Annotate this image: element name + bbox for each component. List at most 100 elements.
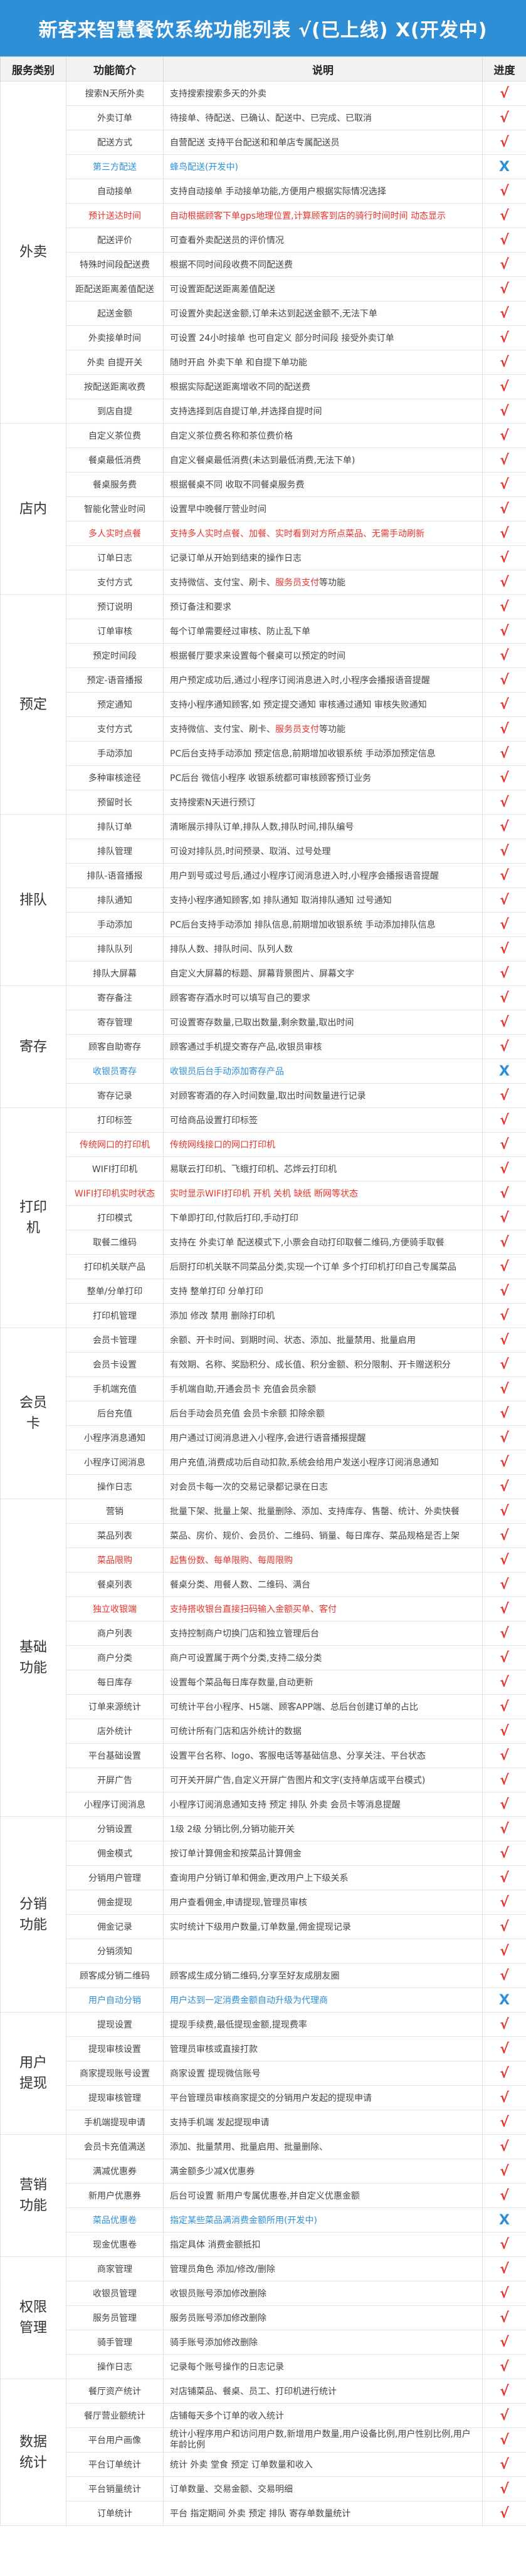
function-description: 统计 外卖 堂食 预定 订单数量和收入 — [163, 2452, 483, 2477]
table-header-row: 服务类别 功能简介 说明 进度 — [0, 56, 526, 81]
function-name: 满减优惠券 — [66, 2159, 164, 2184]
function-description: 记录订单从开始到结束的操作日志 — [163, 545, 483, 570]
status-done-mark: √ — [482, 985, 526, 1010]
function-description: 根据餐厅要求来设置每个餐桌可以预定的时间 — [163, 643, 483, 668]
status-done-mark: √ — [482, 594, 526, 619]
function-name: 搜索N天所外卖 — [66, 81, 164, 106]
function-name: 按配送距离收费 — [66, 374, 164, 399]
table-row: 多人实时点餐 支持多人实时点餐、加餐、实时看到对方所点菜品、无需手动刷新 √ — [1, 521, 526, 546]
function-name: 顾客自助寄存 — [66, 1034, 164, 1059]
table-row: 寄存 寄存备注 顾客寄存酒水时可以填写自己的要求 √ — [0, 985, 526, 1108]
function-name: 操作日志 — [66, 1474, 164, 1499]
function-description: 根据餐桌不同 收取不同餐桌服务费 — [163, 472, 483, 497]
status-done-mark: √ — [482, 472, 526, 497]
function-description: 随时开启 外卖下单 和自提下单功能 — [163, 350, 483, 375]
category-label: 店内 — [19, 501, 47, 517]
table-row: 现金优惠卷 指定具体 消费金额抵扣 √ — [1, 2232, 526, 2257]
function-description: 用户达到一定消费金额自动升级为代理商 — [163, 1987, 483, 2013]
status-done-mark: √ — [482, 2012, 526, 2037]
function-name: 取餐二维码 — [66, 1230, 164, 1255]
table-row: 权限管理 商家管理 管理员角色 添加/修改/删除 √ — [0, 2256, 526, 2379]
status-done-mark: √ — [482, 716, 526, 741]
category-label: 排队 — [19, 892, 47, 908]
function-description: 批量下架、批量上架、批量删除、添加、支持库存、售罄、统计、外卖快餐 — [163, 1499, 483, 1524]
function-description: 后台手动会员充值 会员卡余额 扣除余额 — [163, 1401, 483, 1426]
category-cell: 寄存 — [0, 985, 66, 1108]
category-cell: 排队 — [0, 814, 66, 986]
status-done-mark: √ — [482, 1670, 526, 1695]
function-description: 满金额多少减X优惠券 — [163, 2159, 483, 2184]
category-cell: 用户提现 — [0, 2012, 66, 2135]
description-text: 支持微信、支付宝、刷卡、 — [170, 725, 275, 735]
function-name: 操作日志 — [66, 2354, 164, 2379]
table-row: 营销功能 会员卡充值满送 添加、批量禁用、批量启用、批量删除、 √ — [0, 2134, 526, 2257]
header-description: 说明 — [163, 56, 483, 81]
function-description: 实时显示WIFI打印机 开机 关机 缺纸 断网等状态 — [163, 1181, 483, 1206]
function-name: 打印标签 — [66, 1107, 164, 1133]
status-done-mark: √ — [482, 1352, 526, 1377]
function-name: 分销用户管理 — [66, 1865, 164, 1890]
function-description — [163, 1939, 483, 1964]
category-label: 权限管理 — [19, 2300, 47, 2336]
title-bar: 新客来智慧餐饮系统功能列表 √(已上线) X(开发中) — [0, 0, 526, 56]
function-name: 每日库存 — [66, 1670, 164, 1695]
table-row: 传统网口的打印机 传统网线接口的网口打印机 √ — [1, 1132, 526, 1157]
function-description: 1级 2级 分销比例,分销功能开关 — [163, 1816, 483, 1841]
category-label: 基础功能 — [19, 1640, 47, 1676]
table-row: 用户提现 提现设置 提现手续费,最低提现金额,提现费率 √ — [0, 2012, 526, 2135]
table-row: 平台用户画像 统计小程序用户和访问用户数,新增用户数量,用户设备比例,用户性别比例… — [1, 2427, 526, 2453]
status-done-mark: √ — [482, 350, 526, 375]
function-name: 小程序订阅消息 — [66, 1450, 164, 1475]
function-description: 支持手机端 发起提现申请 — [163, 2110, 483, 2135]
function-description: 指定具体 消费金额抵扣 — [163, 2232, 483, 2257]
status-done-mark: √ — [482, 570, 526, 595]
status-done-mark: √ — [482, 1083, 526, 1108]
table-row: 每日库存 设置每个菜品每日库存数量,自动更新 √ — [1, 1670, 526, 1695]
table-row: 收银员管理 收银员账号添加修改删除 √ — [1, 2281, 526, 2306]
table-row: 商家提现账号设置 商家设置 提现微信账号 √ — [1, 2061, 526, 2086]
table-row: 会员卡 会员卡管理 余额、开卡时间、到期时间、状态、添加、批量禁用、批量启用 √ — [0, 1327, 526, 1499]
function-description: 顾客寄存酒水时可以填写自己的要求 — [163, 985, 483, 1010]
description-highlight: 服务员支付 — [275, 578, 319, 588]
table-row: 排队管理 可设对排队员,时间预录、取消、过号处理 √ — [1, 839, 526, 864]
table-row: 收银员寄存 收银员后台手动添加寄存产品 X — [1, 1059, 526, 1084]
table-row: 餐桌服务费 根据餐桌不同 收取不同餐桌服务费 √ — [1, 472, 526, 497]
function-name: 寄存管理 — [66, 1010, 164, 1035]
table-row: 小程序消息通知 用户通过订阅消息进入小程序,会进行语音播报提醒 √ — [1, 1425, 526, 1450]
table-row: 外卖接单时间 可设置 24小时接单 也可自定义 部分时间段 接受外卖订单 √ — [1, 325, 526, 350]
function-description: 设置平台名称、logo、客服电话等基础信息、分享关注、平台状态 — [163, 1743, 483, 1768]
function-name: 平台订单统计 — [66, 2452, 164, 2477]
status-done-mark: √ — [482, 1939, 526, 1964]
function-description: 自定义大屏幕的标题、屏幕背景图片、屏幕文字 — [163, 961, 483, 986]
function-name: WIFI打印机 — [66, 1156, 164, 1181]
function-name: 支付方式 — [66, 716, 164, 741]
status-done-mark: √ — [482, 887, 526, 913]
status-done-mark: √ — [482, 496, 526, 521]
description-text: 等功能 — [319, 578, 345, 588]
function-description: 小程序订阅消息通知支持 预定 排队 外卖 会员卡等消息提醒 — [163, 1792, 483, 1817]
table-row: 整单/分单打印 支持 整单打印 分单打印 √ — [1, 1279, 526, 1304]
table-row: 骑手管理 骑手账号添加修改删除 √ — [1, 2330, 526, 2355]
function-description: 根据不同时间段收费不同配送费 — [163, 252, 483, 277]
function-description: 支持搭收银台直接扫码输入金额买单、客付 — [163, 1596, 483, 1621]
status-done-mark: √ — [482, 961, 526, 986]
function-description: 支持 整单打印 分单打印 — [163, 1279, 483, 1304]
function-description: 店铺每天多个订单的收入统计 — [163, 2403, 483, 2428]
status-done-mark: √ — [482, 2232, 526, 2257]
table-row: 排队大屏幕 自定义大屏幕的标题、屏幕背景图片、屏幕文字 √ — [1, 961, 526, 986]
function-name: 服务员管理 — [66, 2305, 164, 2330]
function-name: 菜品列表 — [66, 1523, 164, 1548]
table-row: 预定通知 支持小程序通知顾客,如 预定提交通知 审核通过通知 审核失败通知 √ — [1, 692, 526, 717]
table-row: 特殊时间段配送费 根据不同时间段收费不同配送费 √ — [1, 252, 526, 277]
table-row: 预定 预订说明 预订备注和要求 √ — [0, 594, 526, 815]
table-row: 基础功能 营销 批量下架、批量上架、批量删除、添加、支持库存、售罄、统计、外卖快餐 √ — [0, 1499, 526, 1817]
function-name: 佣金提现 — [66, 1890, 164, 1915]
table-row: 打印模式 下单即打印,付款后打印,手动打印 √ — [1, 1205, 526, 1230]
status-done-mark: √ — [482, 2036, 526, 2061]
function-name: 打印机关联产品 — [66, 1254, 164, 1279]
status-done-mark: √ — [482, 692, 526, 717]
function-description: 可设置距配送距离差值配送 — [163, 276, 483, 301]
function-name: 平台用户画像 — [66, 2427, 164, 2453]
status-done-mark: √ — [482, 619, 526, 644]
function-name: 排队-语音播报 — [66, 863, 164, 888]
